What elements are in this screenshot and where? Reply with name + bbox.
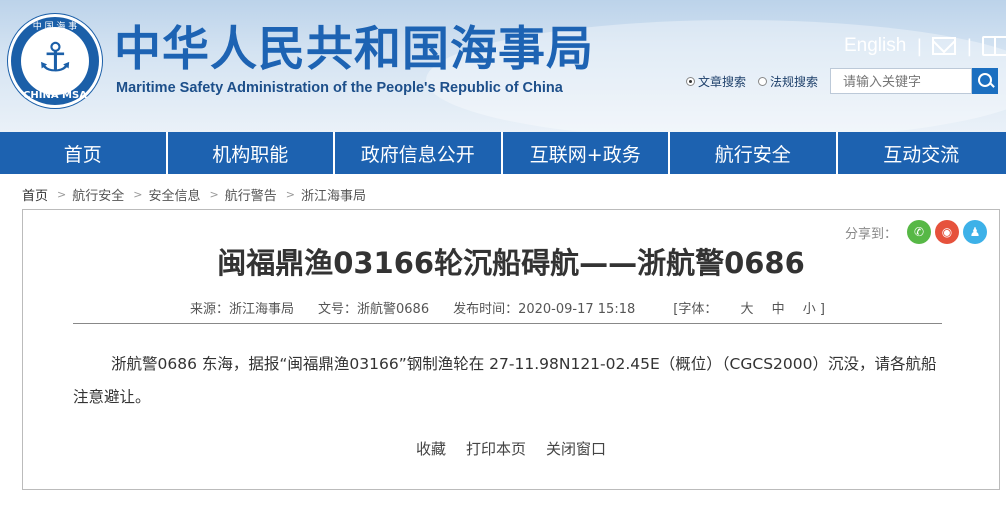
logo-inner: ⚓ (21, 27, 89, 95)
article-container: 分享到： ✆ ◉ ♟ 闽福鼎渔03166轮沉船碍航——浙航警0686 来源：浙江… (22, 209, 1000, 490)
breadcrumb-arrow: > (133, 188, 143, 201)
breadcrumb-nav-safety[interactable]: 航行安全 (72, 185, 124, 204)
main-nav: 首页 机构职能 政府信息公开 互联网+政务 航行安全 互动交流 (0, 132, 1006, 174)
favorite-button[interactable]: 收藏 (416, 438, 446, 459)
search-option-law[interactable]: 法规搜索 (758, 73, 818, 90)
font-large-button[interactable]: 大 (740, 302, 753, 317)
search-option-law-label: 法规搜索 (770, 74, 819, 89)
nav-item-nav-safety[interactable]: 航行安全 (670, 132, 838, 174)
breadcrumb: 首页 > 航行安全 > 安全信息 > 航行警告 > 浙江海事局 (22, 185, 366, 204)
search-option-article[interactable]: 文章搜索 (686, 73, 746, 90)
breadcrumb-arrow: > (57, 188, 67, 201)
search-bar: 文章搜索 法规搜索 (686, 68, 999, 94)
breadcrumb-home[interactable]: 首页 (22, 185, 48, 204)
font-medium-button[interactable]: 中 (772, 302, 785, 317)
site-title-en: Maritime Safety Administration of the Pe… (116, 80, 563, 96)
logo-en-text: CHINA MSA (23, 90, 87, 101)
top-separator: | (916, 35, 923, 57)
close-window-button[interactable]: 关闭窗口 (546, 438, 606, 459)
nav-item-gov-info[interactable]: 政府信息公开 (335, 132, 503, 174)
site-title-cn: 中华人民共和国海事局 (114, 22, 594, 77)
font-small-button[interactable]: 小 ] (803, 302, 825, 317)
msa-logo[interactable]: 中 国 海 事 ⚓ CHINA MSA (8, 14, 102, 108)
mail-icon[interactable] (932, 37, 957, 55)
title-divider (73, 323, 942, 324)
article-publish-time: 发布时间：2020-09-17 15:18 (453, 302, 636, 317)
breadcrumb-safety-info[interactable]: 安全信息 (148, 185, 200, 204)
article-title: 闽福鼎渔03166轮沉船碍航——浙航警0686 (217, 246, 805, 280)
print-button[interactable]: 打印本页 (466, 438, 526, 459)
nav-item-interaction[interactable]: 互动交流 (838, 132, 1006, 174)
article-doc-no: 文号：浙航警0686 (318, 302, 430, 317)
top-links: English | | (844, 34, 1006, 58)
nav-item-functions[interactable]: 机构职能 (168, 132, 335, 174)
breadcrumb-zhejiang-msa[interactable]: 浙江海事局 (301, 185, 366, 204)
nav-item-internet-gov[interactable]: 互联网+政务 (503, 132, 670, 174)
book-icon[interactable] (982, 36, 1006, 56)
share-label: 分享到： (844, 226, 897, 242)
radio-article[interactable] (686, 76, 695, 86)
article-meta: 来源：浙江海事局 文号：浙航警0686 发布时间：2020-09-17 15:1… (23, 298, 999, 317)
breadcrumb-nav-warning[interactable]: 航行警告 (225, 185, 277, 204)
english-link[interactable]: English (844, 35, 906, 57)
article-actions: 收藏 打印本页 关闭窗口 (23, 438, 999, 459)
font-size-control: [字体： 大 中 小 ] (661, 298, 832, 317)
nav-item-home[interactable]: 首页 (0, 132, 168, 174)
radio-law[interactable] (758, 76, 768, 86)
site-header: 中 国 海 事 ⚓ CHINA MSA 中华人民共和国海事局 Maritime … (0, 0, 1006, 132)
breadcrumb-arrow: > (209, 188, 219, 201)
search-icon[interactable] (972, 68, 999, 94)
search-input[interactable] (830, 68, 973, 94)
top-separator: | (966, 35, 973, 57)
article-source: 来源：浙江海事局 (189, 302, 294, 317)
anchor-icon: ⚓ (37, 35, 73, 81)
search-option-article-label: 文章搜索 (698, 74, 747, 89)
font-label: [字体： (673, 302, 718, 317)
breadcrumb-arrow: > (285, 188, 295, 201)
article-body: 浙航警0686 东海，据报“闽福鼎渔03166”钢制渔轮在 27-11.98N1… (73, 355, 937, 406)
